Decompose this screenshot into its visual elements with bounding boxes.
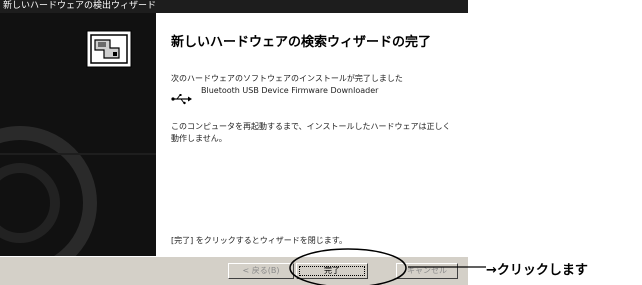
close-message: [完了] をクリックするとウィザードを閉じます。 <box>171 236 347 245</box>
installed-message: 次のハードウェアのソフトウェアのインストールが完了しました <box>171 74 403 83</box>
restart-message: このコンピュータを再起動するまで、インストールしたハードウェアは正しく動作しませ… <box>171 122 451 143</box>
window-title: 新しいハードウェアの検出ウィザード <box>0 0 468 13</box>
callout-line <box>408 266 486 268</box>
wizard-heading: 新しいハードウェアの検索ウィザードの完了 <box>171 35 432 50</box>
device-name: Bluetooth USB Device Firmware Downloader <box>201 86 379 95</box>
usb-icon <box>171 94 192 105</box>
wizard-content: 新しいハードウェアの検索ウィザードの完了 次のハードウェアのソフトウェアのインス… <box>156 13 468 256</box>
callout-text: →クリックします <box>486 263 588 278</box>
finish-button[interactable]: 完了 <box>296 263 368 279</box>
wizard-window: 新しいハードウェアの検出ウィザード 新しいハードウェアの検索ウィザードの完了 次… <box>0 0 468 285</box>
back-button[interactable]: < 戻る(B) <box>228 263 294 279</box>
wizard-banner <box>0 13 156 256</box>
button-strip: < 戻る(B) 完了 キャンセル <box>0 256 468 285</box>
banner-decoration <box>0 126 156 256</box>
hardware-wizard-icon <box>86 30 132 68</box>
screenshot-root: 新しいハードウェアの検出ウィザード 新しいハードウェアの検索ウィザードの完了 次… <box>0 0 642 285</box>
